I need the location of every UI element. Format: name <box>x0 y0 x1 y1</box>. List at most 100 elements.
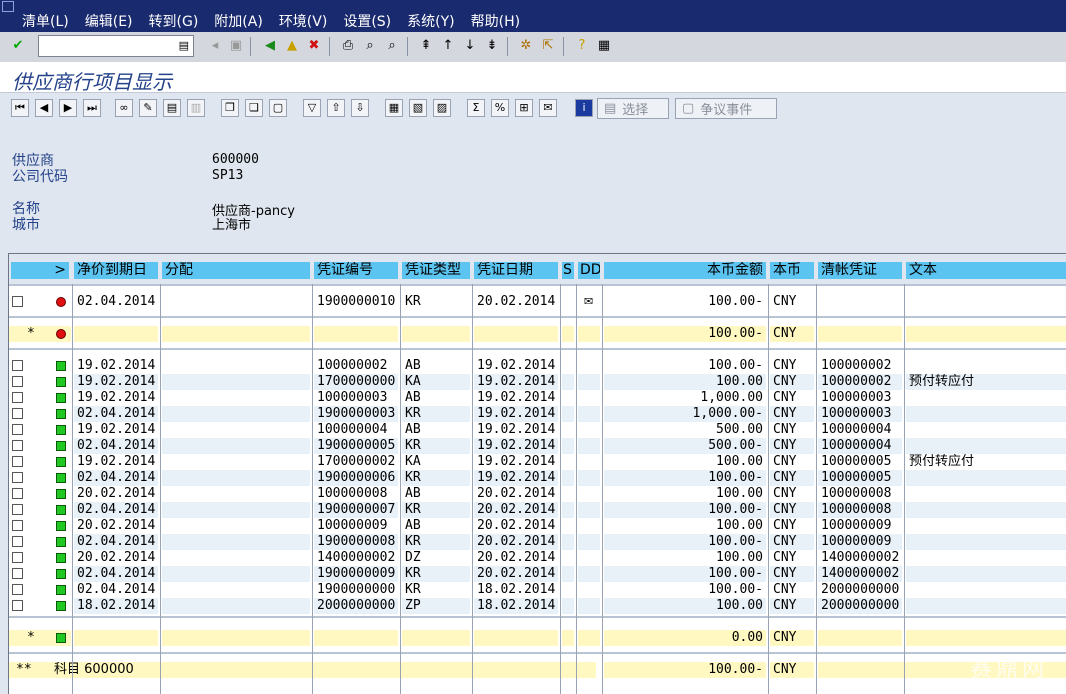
info-icon[interactable]: i <box>575 99 593 117</box>
row-select-checkbox[interactable] <box>12 568 23 579</box>
menu-item[interactable]: 转到(G) <box>149 11 199 31</box>
find-icon[interactable]: ⌕ <box>361 37 379 55</box>
row-select-checkbox[interactable] <box>12 376 23 387</box>
window-menu-icon[interactable] <box>2 1 14 12</box>
assignment-column-header[interactable]: 分配 <box>162 262 310 279</box>
exit-icon[interactable]: ▲ <box>283 37 301 55</box>
table-row[interactable]: 20.02.2014 1400000002 DZ 20.02.2014 100.00 CN… <box>9 550 1066 566</box>
row-select-checkbox[interactable] <box>12 520 23 531</box>
row-select-checkbox[interactable] <box>12 360 23 371</box>
row-select-checkbox[interactable] <box>12 536 23 547</box>
cancel-icon[interactable]: ✖ <box>305 37 323 55</box>
menu-item[interactable]: 附加(A) <box>214 11 263 31</box>
copy-document-icon[interactable]: ❏ <box>245 99 263 117</box>
dd-column-header[interactable]: DD <box>578 262 600 279</box>
menu-item[interactable]: 帮助(H) <box>471 11 520 31</box>
filter-icon[interactable]: ▽ <box>303 99 321 117</box>
back-icon[interactable]: ◀ <box>261 37 279 55</box>
currency-column-header[interactable]: 本币 <box>770 262 814 279</box>
mail-icon[interactable]: ✉ <box>539 99 557 117</box>
new-session-icon[interactable]: ✲ <box>517 37 535 55</box>
table-row[interactable]: 19.02.2014 1700000002 KA 19.02.2014 100.00 CN… <box>9 454 1066 470</box>
command-field[interactable]: ▤ <box>38 35 194 57</box>
last-item-icon[interactable]: ⏭ <box>83 99 101 117</box>
table-row[interactable]: 02.04.2014 1900000008 KR 20.02.2014 100.00- C… <box>9 534 1066 550</box>
table-row[interactable]: 19.02.2014 100000003 AB 19.02.2014 1,000.00 C… <box>9 390 1066 406</box>
total-icon[interactable]: Σ <box>467 99 485 117</box>
row-select-checkbox[interactable] <box>12 472 23 483</box>
table-row[interactable]: 20.02.2014 100000009 AB 20.02.2014 100.00 CNY… <box>9 518 1066 534</box>
table-row[interactable]: 20.02.2014 100000008 AB 20.02.2014 100.00 CNY… <box>9 486 1066 502</box>
row-select-checkbox[interactable] <box>12 392 23 403</box>
export-icon[interactable]: ⊞ <box>515 99 533 117</box>
s-cell <box>562 518 574 534</box>
table-row[interactable]: 19.02.2014 100000002 AB 19.02.2014 100.00- CN… <box>9 358 1066 374</box>
table-row[interactable]: 02.04.2014 1900000006 KR 19.02.2014 100.00- C… <box>9 470 1066 486</box>
menu-item[interactable]: 编辑(E) <box>85 11 133 31</box>
table-row[interactable]: 19.02.2014 1700000000 KA 19.02.2014 100.00 CN… <box>9 374 1066 390</box>
select-all-icon[interactable]: ▤ <box>163 99 181 117</box>
command-input[interactable] <box>42 37 176 57</box>
table-row[interactable]: 02.04.2014 1900000003 KR 19.02.2014 1,000.00… <box>9 406 1066 422</box>
previous-page-icon[interactable]: ↑ <box>439 37 457 55</box>
text-column-header[interactable]: 文本 <box>906 262 1066 279</box>
amount-column-header[interactable]: 本币金额 <box>604 262 766 279</box>
sort-ascending-icon[interactable]: ⇧ <box>327 99 345 117</box>
layout-icon[interactable]: ▦ <box>385 99 403 117</box>
menu-item[interactable]: 清单(L) <box>22 11 69 31</box>
table-row[interactable]: 02.04.2014 1900000009 KR 20.02.2014 100.00- C… <box>9 566 1066 582</box>
layout-menu-icon[interactable]: ▦ <box>595 37 613 55</box>
row-select-checkbox[interactable] <box>12 408 23 419</box>
row-select-checkbox[interactable] <box>12 504 23 515</box>
assignment-cell <box>162 358 310 374</box>
subtotal-icon[interactable]: % <box>491 99 509 117</box>
table-row[interactable]: 18.02.2014 2000000000 ZP 18.02.2014 100.00 CN… <box>9 598 1066 614</box>
display-glasses-icon[interactable]: ∞ <box>115 99 133 117</box>
menu-item[interactable]: 设置(S) <box>343 11 391 31</box>
document-icon[interactable]: ❐ <box>221 99 239 117</box>
help-icon[interactable]: ? <box>573 37 591 55</box>
doc-date-column-header[interactable]: 凭证日期 <box>474 262 558 279</box>
table-row[interactable]: 02.04.2014 1900000000 KR 18.02.2014 100.00- C… <box>9 582 1066 598</box>
previous-item-icon[interactable]: ◀ <box>35 99 53 117</box>
sort-descending-icon[interactable]: ⇩ <box>351 99 369 117</box>
last-page-icon[interactable]: ⇟ <box>483 37 501 55</box>
save-layout-icon[interactable]: ▨ <box>433 99 451 117</box>
document-detail-icon[interactable]: ▢ <box>269 99 287 117</box>
doc-number-column-header[interactable]: 凭证编号 <box>314 262 398 279</box>
table-row[interactable]: 02.04.2014 1900000010 KR 20.02.2014 100.00- C… <box>9 294 1066 310</box>
print-icon[interactable]: ⎙ <box>339 37 357 55</box>
row-select-checkbox[interactable] <box>12 552 23 563</box>
table-row[interactable]: 19.02.2014 100000004 AB 19.02.2014 500.00 CNY… <box>9 422 1066 438</box>
table-row[interactable]: 02.04.2014 1900000005 KR 19.02.2014 500.00- C… <box>9 438 1066 454</box>
row-select-checkbox[interactable] <box>12 584 23 595</box>
total-row[interactable]: 100.00- CNY * <box>9 326 1066 342</box>
command-history-icon[interactable]: ▤ <box>179 39 189 52</box>
net-due-column-header[interactable]: 净价到期日 <box>74 262 158 279</box>
change-pencil-icon[interactable]: ✎ <box>139 99 157 117</box>
next-item-icon[interactable]: ▶ <box>59 99 77 117</box>
s-column-header[interactable]: S <box>562 262 574 279</box>
row-select-checkbox[interactable] <box>12 440 23 451</box>
row-select-checkbox[interactable] <box>12 488 23 499</box>
shortcut-icon[interactable]: ⇱ <box>539 37 557 55</box>
row-select-checkbox[interactable] <box>12 600 23 611</box>
row-select-checkbox[interactable] <box>12 424 23 435</box>
expand-column-header[interactable]: > <box>11 262 69 279</box>
next-page-icon[interactable]: ↓ <box>461 37 479 55</box>
enter-icon[interactable]: ✔ <box>9 37 27 55</box>
menu-item[interactable]: 环境(V) <box>279 11 328 31</box>
row-select-checkbox[interactable] <box>12 456 23 467</box>
menu-item[interactable]: 系统(Y) <box>407 11 454 31</box>
choose-layout-icon[interactable]: ▧ <box>409 99 427 117</box>
find-next-icon[interactable]: ⌕ <box>383 37 401 55</box>
first-item-icon[interactable]: ⏮ <box>11 99 29 117</box>
clearing-column-header[interactable]: 清帐凭证 <box>818 262 902 279</box>
doc-type-column-header[interactable]: 凭证类型 <box>402 262 470 279</box>
payment-advice-icon[interactable]: ✉ <box>584 295 593 308</box>
total-row[interactable]: 0.00 CNY * <box>9 630 1066 646</box>
row-select-checkbox[interactable] <box>12 296 23 307</box>
table-row[interactable]: 02.04.2014 1900000007 KR 20.02.2014 100.00- C… <box>9 502 1066 518</box>
account-total-row[interactable]: ** 科目 600000 100.00- CNY <box>9 662 1066 678</box>
first-page-icon[interactable]: ⇞ <box>417 37 435 55</box>
